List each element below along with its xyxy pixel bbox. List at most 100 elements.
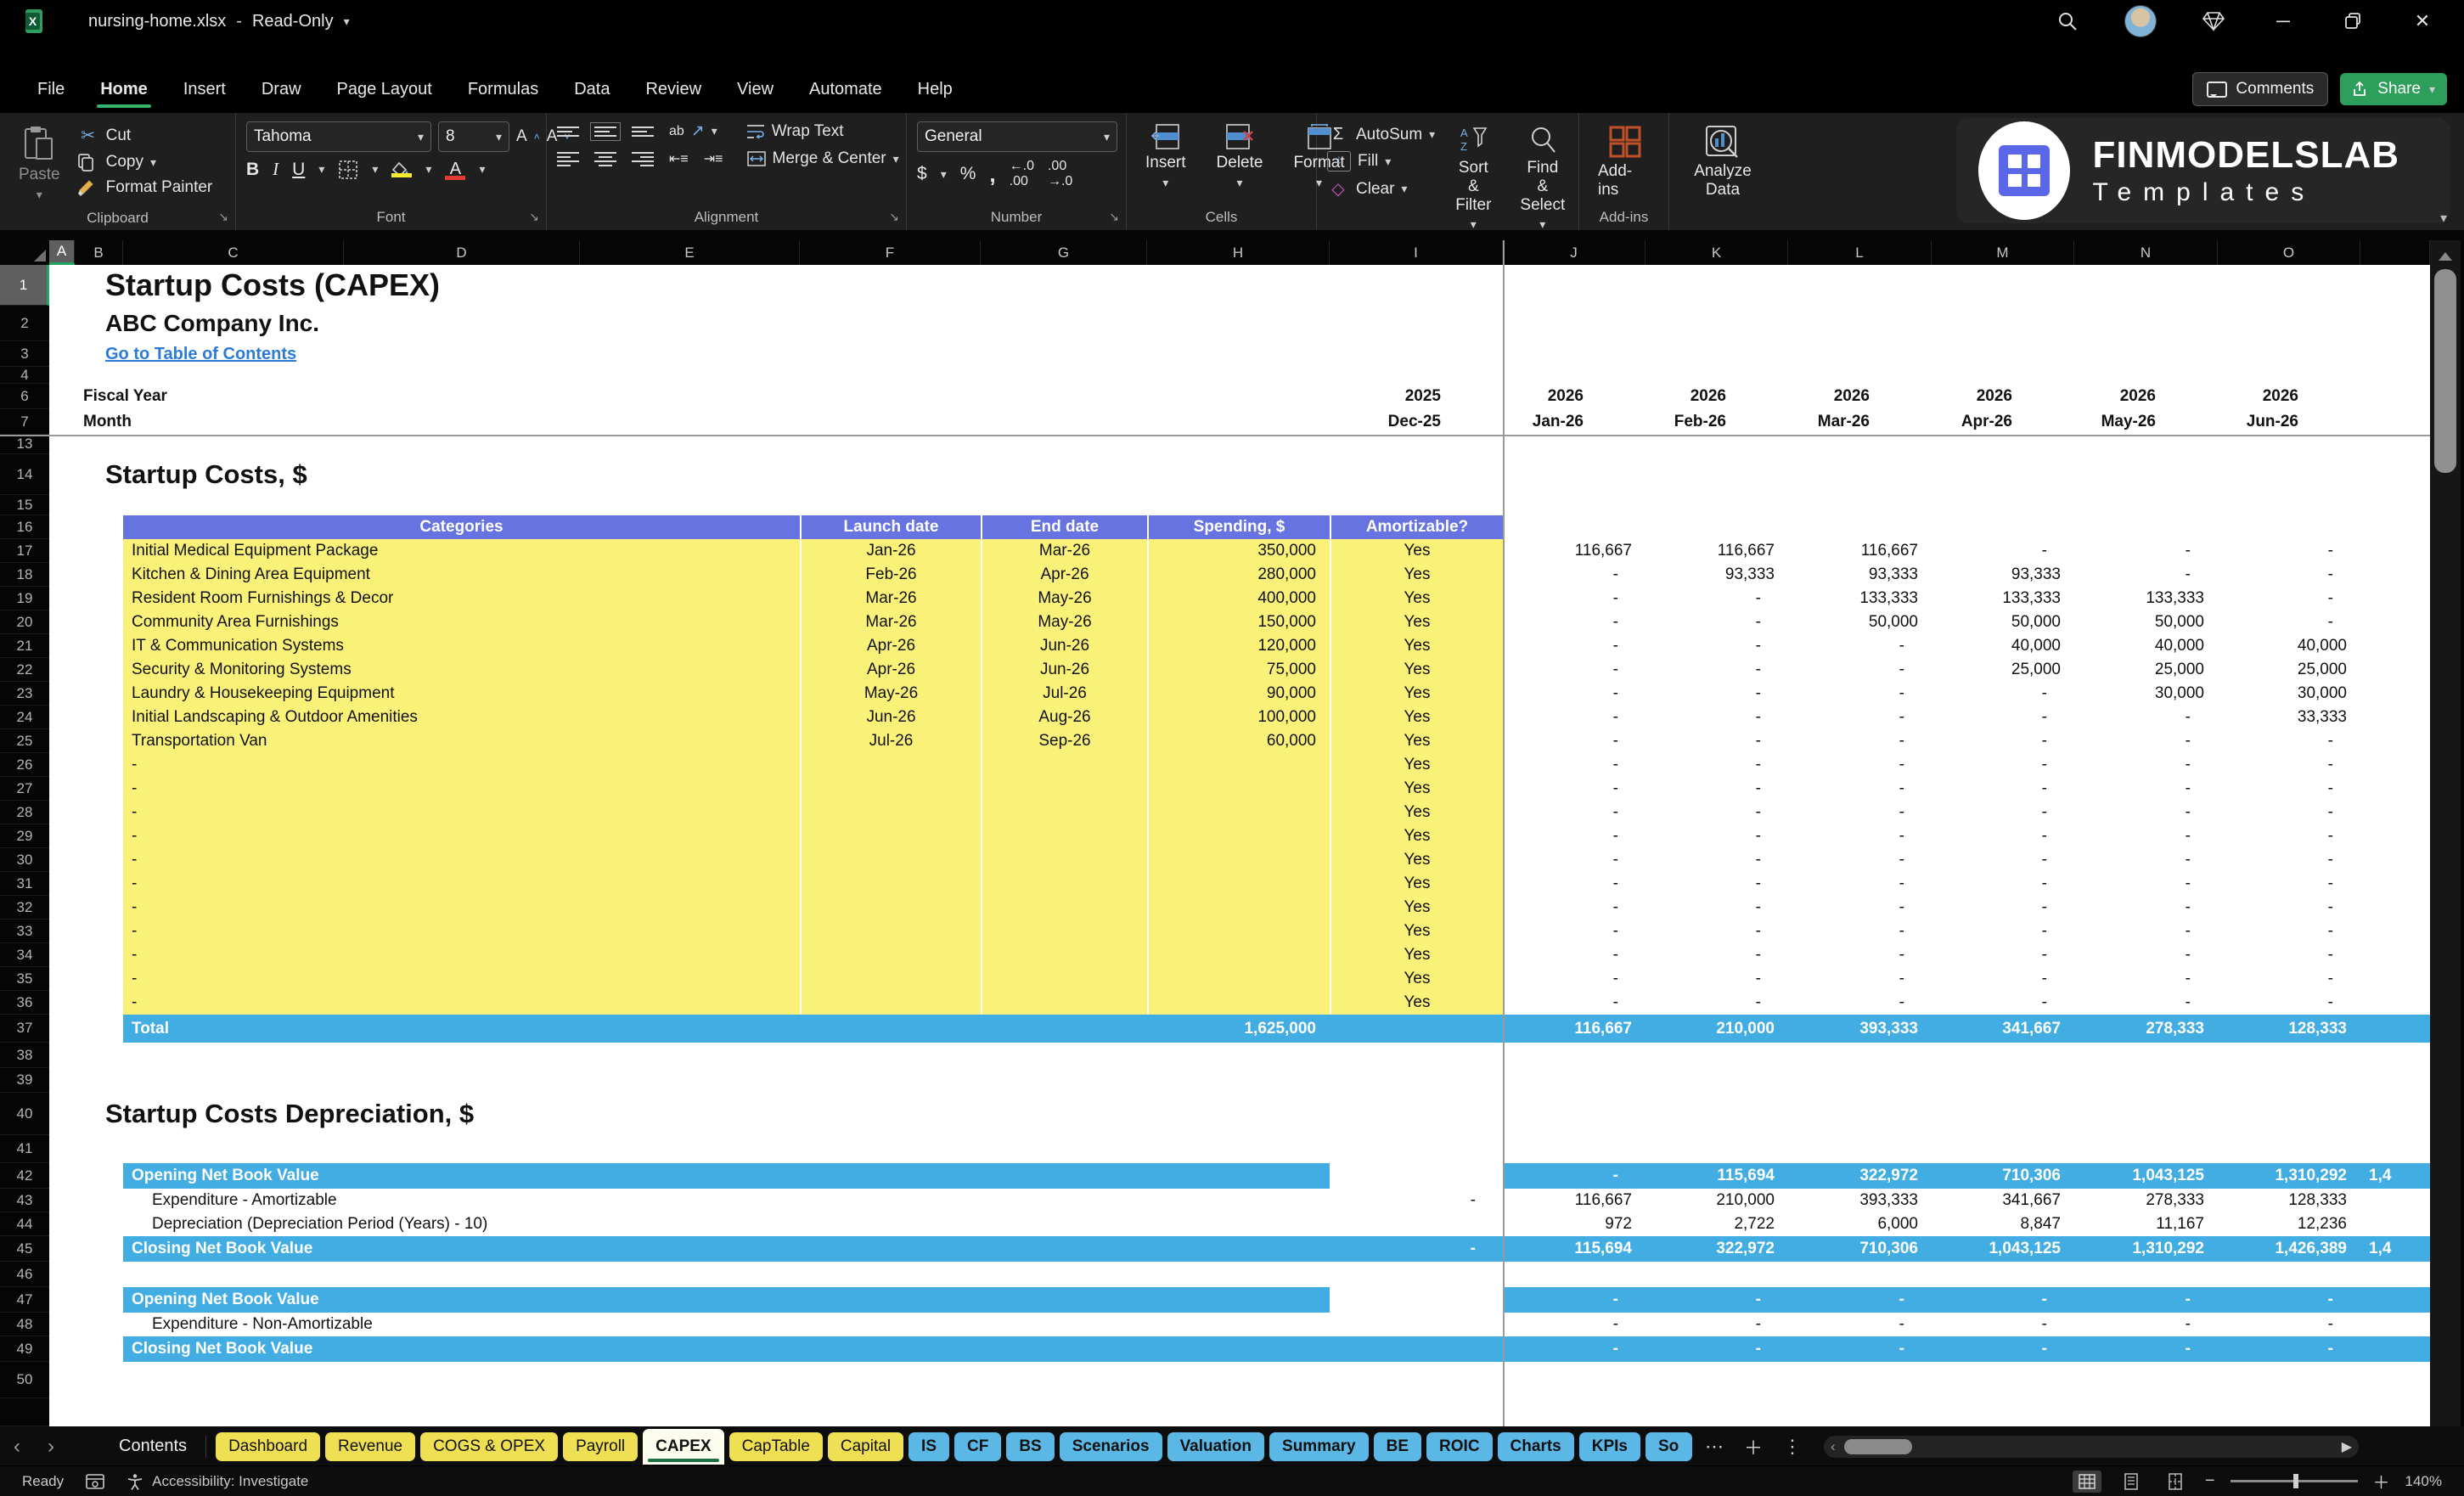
horizontal-scrollbar-handle[interactable] — [1844, 1438, 1912, 1454]
cell[interactable] — [2360, 920, 2430, 943]
month[interactable]: May-26 — [2026, 409, 2169, 435]
menu-tab-page-layout[interactable]: Page Layout — [325, 75, 444, 104]
autosum-button[interactable]: Σ AutoSum ▾ — [1327, 125, 1435, 144]
end-date-cell[interactable]: Jun-26 — [981, 658, 1147, 682]
cell[interactable] — [75, 539, 123, 563]
menu-tab-formulas[interactable]: Formulas — [456, 75, 550, 104]
cell[interactable] — [49, 896, 75, 920]
monthly-value-cell[interactable]: - — [1645, 967, 1788, 991]
spending-cell[interactable]: 150,000 — [1147, 610, 1330, 634]
bold-button[interactable]: B — [246, 160, 259, 180]
vertical-scrollbar-handle[interactable] — [2434, 269, 2456, 473]
fiscal-year[interactable]: 2025 — [1281, 384, 1454, 409]
align-center-button[interactable] — [594, 151, 616, 166]
launch-date-cell[interactable]: Apr-26 — [800, 658, 981, 682]
scroll-right-icon[interactable]: ▶ — [2342, 1438, 2352, 1455]
monthly-value-cell[interactable]: - — [1932, 943, 2074, 967]
cell[interactable] — [800, 1163, 1330, 1189]
launch-date-cell[interactable]: May-26 — [800, 682, 981, 706]
end-date-cell[interactable] — [981, 801, 1147, 824]
value-cell[interactable] — [1330, 1163, 1503, 1189]
monthly-value-cell[interactable]: - — [2074, 824, 2218, 848]
launch-date-cell[interactable] — [800, 872, 981, 896]
wrap-text-button[interactable]: Wrap Text — [746, 122, 844, 141]
amortizable-cell[interactable]: Yes — [1330, 563, 1503, 587]
cell[interactable] — [2360, 753, 2430, 777]
amortizable-cell[interactable]: Yes — [1330, 848, 1503, 872]
month[interactable]: Feb-26 — [1597, 409, 1740, 435]
align-left-button[interactable] — [557, 151, 579, 166]
chevron-down-icon[interactable]: ▾ — [318, 162, 324, 177]
header-categories[interactable]: Categories — [123, 515, 800, 539]
row-header[interactable]: 27 — [0, 777, 49, 801]
value-cell[interactable]: - — [2218, 1336, 2360, 1362]
fiscal-year[interactable]: 2026 — [2169, 384, 2312, 409]
column-header-F[interactable]: F — [800, 240, 981, 265]
align-top-button[interactable] — [557, 126, 579, 137]
monthly-value-cell[interactable]: - — [2218, 563, 2360, 587]
monthly-value-cell[interactable]: - — [1932, 706, 2074, 729]
end-date-cell[interactable] — [981, 824, 1147, 848]
total-monthly-value[interactable]: 128,333 — [2218, 1015, 2360, 1043]
monthly-value-cell[interactable]: - — [2074, 777, 2218, 801]
cell[interactable] — [49, 991, 75, 1015]
monthly-value-cell[interactable]: - — [1645, 706, 1788, 729]
monthly-value-cell[interactable]: - — [1932, 920, 2074, 943]
format-painter-button[interactable]: Format Painter — [77, 178, 212, 197]
monthly-value-cell[interactable]: - — [1503, 848, 1645, 872]
end-date-cell[interactable]: Sep-26 — [981, 729, 1147, 753]
column-header-B[interactable]: B — [75, 240, 123, 265]
value-cell[interactable]: - — [2218, 1287, 2360, 1313]
dialog-launcher-icon[interactable]: ↘ — [889, 210, 899, 224]
cell[interactable] — [75, 587, 123, 610]
monthly-value-cell[interactable]: - — [1503, 729, 1645, 753]
header-amortizable[interactable]: Amortizable? — [1330, 515, 1503, 539]
value-cell[interactable]: - — [1645, 1287, 1788, 1313]
cell[interactable] — [75, 848, 123, 872]
spending-cell[interactable]: 100,000 — [1147, 706, 1330, 729]
sheet-tab-roic[interactable]: ROIC — [1426, 1431, 1493, 1461]
sheet-tab-capital[interactable]: Capital — [827, 1431, 904, 1461]
scroll-up-icon[interactable] — [2439, 245, 2452, 261]
category-cell[interactable]: - — [123, 943, 800, 967]
number-format-select[interactable]: General ▾ — [917, 121, 1117, 152]
monthly-value-cell[interactable]: - — [2218, 753, 2360, 777]
menu-tab-home[interactable]: Home — [88, 75, 160, 108]
percent-button[interactable]: % — [960, 164, 976, 184]
cell[interactable] — [75, 1336, 123, 1362]
monthly-value-cell[interactable]: - — [2218, 824, 2360, 848]
fill-button[interactable]: ↓ Fill ▾ — [1327, 151, 1435, 172]
row-header[interactable]: 31 — [0, 872, 49, 896]
monthly-value-cell[interactable]: - — [1932, 539, 2074, 563]
cell[interactable] — [2360, 1313, 2430, 1336]
monthly-value-cell[interactable]: - — [1503, 587, 1645, 610]
cell[interactable] — [49, 920, 75, 943]
cell[interactable] — [75, 753, 123, 777]
monthly-value-cell[interactable]: - — [1788, 729, 1932, 753]
row-header[interactable]: 36 — [0, 991, 49, 1015]
chevron-down-icon[interactable]: ▾ — [372, 162, 378, 177]
zoom-slider-thumb[interactable] — [2292, 1474, 2298, 1488]
cell[interactable] — [75, 1189, 123, 1212]
cell[interactable] — [2312, 384, 2382, 409]
cell[interactable] — [49, 824, 75, 848]
monthly-value-cell[interactable]: - — [1503, 801, 1645, 824]
monthly-value-cell[interactable]: - — [1645, 991, 1788, 1015]
cell[interactable] — [2360, 801, 2430, 824]
monthly-value-cell[interactable]: 30,000 — [2074, 682, 2218, 706]
cell[interactable] — [2360, 943, 2430, 967]
font-color-button[interactable]: A — [445, 160, 466, 180]
category-cell[interactable]: - — [123, 991, 800, 1015]
monthly-value-cell[interactable]: - — [1788, 824, 1932, 848]
sheet-tab-charts[interactable]: Charts — [1497, 1431, 1574, 1461]
sheet-tab-dashboard[interactable]: Dashboard — [216, 1431, 321, 1461]
end-date-cell[interactable]: May-26 — [981, 610, 1147, 634]
sheet-tab-is[interactable]: IS — [909, 1431, 949, 1461]
cell[interactable] — [2360, 515, 2430, 539]
spending-cell[interactable] — [1147, 777, 1330, 801]
cell[interactable] — [800, 1287, 1330, 1313]
amortizable-cell[interactable]: Yes — [1330, 872, 1503, 896]
monthly-value-cell[interactable]: - — [1932, 967, 2074, 991]
cell[interactable] — [49, 409, 75, 435]
clear-button[interactable]: ◇ Clear ▾ — [1327, 178, 1435, 200]
